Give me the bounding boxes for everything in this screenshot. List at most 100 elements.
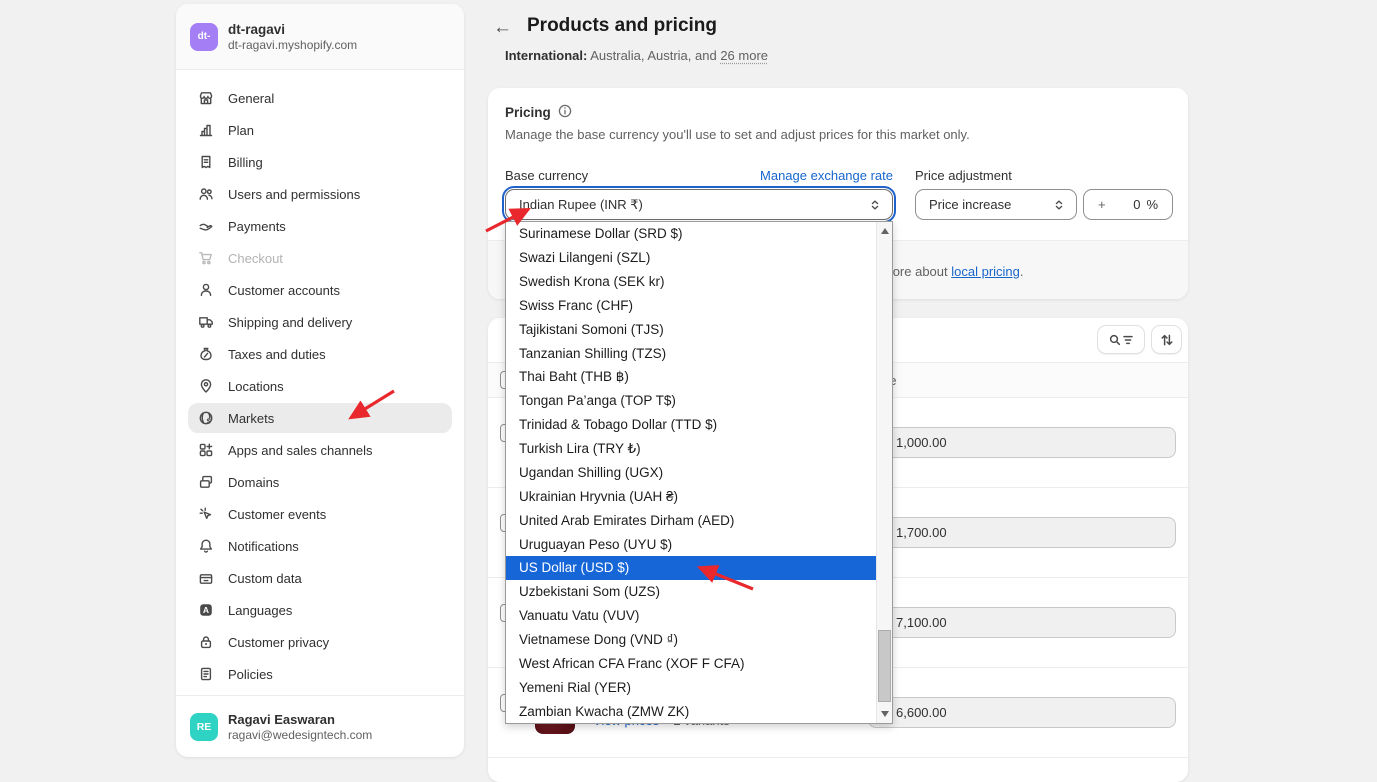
search-filter-button[interactable] — [1097, 325, 1145, 354]
sidebar-item-label: Locations — [228, 379, 284, 394]
sort-button[interactable] — [1151, 325, 1182, 354]
currency-option-surinamese-dollar-srd[interactable]: Surinamese Dollar (SRD $) — [506, 222, 876, 246]
sidebar-item-users-and-permissions[interactable]: Users and permissions — [188, 179, 452, 209]
settings-nav: General PlanBilling Users and permissions P… — [176, 70, 464, 689]
sidebar-item-billing[interactable]: Billing — [188, 147, 452, 177]
adjustment-type-value: Price increase — [929, 197, 1011, 212]
currency-option-tanzanian-shilling-tzs[interactable]: Tanzanian Shilling (TZS) — [506, 341, 876, 365]
sidebar-item-customer-accounts[interactable]: Customer accounts — [188, 275, 452, 305]
currency-option-list: Surinamese Dollar (SRD $)Swazi Lilangeni… — [506, 222, 876, 723]
sidebar-item-label: Users and permissions — [228, 187, 360, 202]
sidebar-item-notifications[interactable]: Notifications — [188, 531, 452, 561]
pricing-card-title: Pricing — [505, 103, 573, 122]
page-title: Products and pricing — [527, 15, 717, 37]
market-countries: Australia, Austria, and — [587, 48, 720, 63]
sidebar-item-checkout: Checkout — [188, 243, 452, 273]
price-value: 7,100.00 — [896, 615, 947, 630]
base-currency-select[interactable]: Indian Rupee (INR ₹) — [505, 189, 893, 220]
store-header[interactable]: dt- dt-ragavi dt-ragavi.myshopify.com — [176, 4, 464, 70]
adjustment-percent-input[interactable]: + 0 % — [1083, 189, 1173, 220]
price-input[interactable]: 1,700.00 — [868, 517, 1176, 548]
sidebar-item-languages[interactable]: A Languages — [188, 595, 452, 625]
price-input[interactable]: 6,600.00 — [868, 697, 1176, 728]
adjustment-unit: % — [1146, 197, 1158, 212]
store-icon — [198, 90, 215, 107]
scrollbar-thumb[interactable] — [878, 630, 891, 702]
sidebar-item-domains[interactable]: Domains — [188, 467, 452, 497]
currency-option-swazi-lilangeni-szl[interactable]: Swazi Lilangeni (SZL) — [506, 246, 876, 270]
currency-option-zambian-kwacha-zmw-zk[interactable]: Zambian Kwacha (ZMW ZK) — [506, 699, 876, 723]
currency-option-swiss-franc-chf[interactable]: Swiss Franc (CHF) — [506, 294, 876, 318]
sidebar-item-label: Languages — [228, 603, 292, 618]
sidebar-item-custom-data[interactable]: Custom data — [188, 563, 452, 593]
currency-option-thai-baht-thb[interactable]: Thai Baht (THB ฿) — [506, 365, 876, 389]
scroll-down-icon[interactable] — [877, 705, 892, 723]
dropdown-scrollbar[interactable] — [876, 222, 892, 723]
truck-icon — [198, 314, 215, 331]
sidebar-item-general[interactable]: General — [188, 83, 452, 113]
manage-exchange-rate-link[interactable]: Manage exchange rate — [760, 168, 893, 183]
data-icon — [198, 570, 215, 587]
currency-option-ugandan-shilling-ugx[interactable]: Ugandan Shilling (UGX) — [506, 461, 876, 485]
sidebar-item-label: Customer privacy — [228, 635, 329, 650]
market-subtitle: International: Australia, Austria, and 2… — [505, 48, 768, 63]
settings-sidebar: dt- dt-ragavi dt-ragavi.myshopify.com Ge… — [176, 4, 464, 757]
store-name: dt-ragavi — [228, 21, 357, 38]
sidebar-item-label: Customer events — [228, 507, 326, 522]
sidebar-item-markets[interactable]: $Markets — [188, 403, 452, 433]
sidebar-item-locations[interactable]: Locations — [188, 371, 452, 401]
pin-icon — [198, 378, 215, 395]
sidebar-item-label: Notifications — [228, 539, 299, 554]
sidebar-item-label: Domains — [228, 475, 279, 490]
currency-option-united-arab-emirates-dirham-aed[interactable]: United Arab Emirates Dirham (AED) — [506, 508, 876, 532]
price-value: 1,700.00 — [896, 525, 947, 540]
chevron-updown-icon — [868, 197, 882, 213]
user-section[interactable]: RE Ragavi Easwaran ragavi@wedesigntech.c… — [176, 695, 464, 757]
currency-option-vanuatu-vatu-vuv[interactable]: Vanuatu Vatu (VUV) — [506, 604, 876, 628]
domains-icon — [198, 474, 215, 491]
more-countries-link[interactable]: 26 more — [720, 48, 768, 63]
currency-option-uzbekistani-som-uzs[interactable]: Uzbekistani Som (UZS) — [506, 580, 876, 604]
sidebar-item-plan[interactable]: Plan — [188, 115, 452, 145]
store-avatar: dt- — [190, 23, 218, 51]
currency-option-uruguayan-peso-uyu[interactable]: Uruguayan Peso (UYU $) — [506, 532, 876, 556]
sidebar-item-label: Custom data — [228, 571, 302, 586]
sidebar-item-label: Payments — [228, 219, 286, 234]
users-icon — [198, 186, 215, 203]
currency-option-tongan-pa-anga-top-t[interactable]: Tongan Pa’anga (TOP T$) — [506, 389, 876, 413]
adjustment-type-select[interactable]: Price increase — [915, 189, 1077, 220]
scroll-up-icon[interactable] — [877, 222, 892, 240]
currency-option-tajikistani-somoni-tjs[interactable]: Tajikistani Somoni (TJS) — [506, 317, 876, 341]
billing-icon — [198, 154, 215, 171]
sidebar-item-customer-privacy[interactable]: Customer privacy — [188, 627, 452, 657]
currency-option-turkish-lira-try[interactable]: Turkish Lira (TRY ₺) — [506, 437, 876, 461]
info-icon[interactable] — [557, 103, 573, 122]
sidebar-item-label: General — [228, 91, 274, 106]
sidebar-item-apps-and-sales-channels[interactable]: Apps and sales channels — [188, 435, 452, 465]
sidebar-item-label: Taxes and duties — [228, 347, 326, 362]
user-name: Ragavi Easwaran — [228, 711, 372, 728]
search-filter-icon — [1106, 332, 1136, 348]
person-icon — [198, 282, 215, 299]
sidebar-item-policies[interactable]: Policies — [188, 659, 452, 689]
back-arrow-icon[interactable]: ← — [493, 17, 512, 39]
currency-option-swedish-krona-sek-kr[interactable]: Swedish Krona (SEK kr) — [506, 270, 876, 294]
currency-option-ukrainian-hryvnia-uah[interactable]: Ukrainian Hryvnia (UAH ₴) — [506, 484, 876, 508]
currency-option-trinidad-tobago-dollar-ttd[interactable]: Trinidad & Tobago Dollar (TTD $) — [506, 413, 876, 437]
policy-icon — [198, 666, 215, 683]
payments-icon — [198, 218, 215, 235]
sidebar-item-payments[interactable]: Payments — [188, 211, 452, 241]
local-pricing-link[interactable]: local pricing — [951, 264, 1020, 279]
currency-option-west-african-cfa-franc-xof-f-cfa[interactable]: West African CFA Franc (XOF F CFA) — [506, 651, 876, 675]
currency-option-yemeni-rial-yer[interactable]: Yemeni Rial (YER) — [506, 675, 876, 699]
sidebar-item-taxes-and-duties[interactable]: Taxes and duties — [188, 339, 452, 369]
base-currency-value: Indian Rupee (INR ₹) — [519, 197, 643, 213]
settings-page: dt- dt-ragavi dt-ragavi.myshopify.com Ge… — [0, 0, 1377, 782]
price-input[interactable]: 1,000.00 — [868, 427, 1176, 458]
sidebar-item-customer-events[interactable]: Customer events — [188, 499, 452, 529]
currency-option-vietnamese-dong-vnd[interactable]: Vietnamese Dong (VND ₫) — [506, 628, 876, 652]
currency-option-us-dollar-usd[interactable]: US Dollar (USD $) — [506, 556, 876, 580]
sidebar-item-shipping-and-delivery[interactable]: Shipping and delivery — [188, 307, 452, 337]
price-input[interactable]: 7,100.00 — [868, 607, 1176, 638]
svg-text:A: A — [203, 605, 209, 615]
